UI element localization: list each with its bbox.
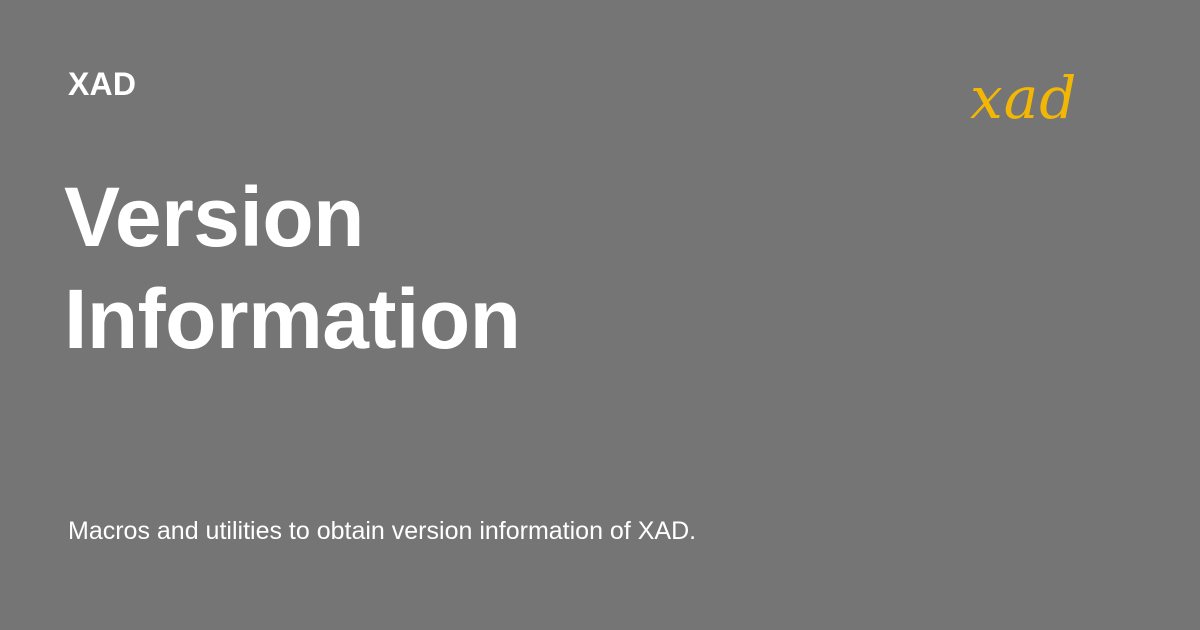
page-description: Macros and utilities to obtain version i…: [68, 517, 697, 545]
logo-text: xad: [970, 64, 1077, 132]
page-title: Version Information: [64, 166, 964, 370]
social-card: XAD xad Version Information Macros and u…: [0, 0, 1200, 630]
page-title-line-1: Version: [64, 170, 364, 264]
page-title-line-2: Information: [64, 272, 521, 366]
xad-logo-icon: xad: [970, 64, 1077, 132]
site-name: XAD: [68, 66, 137, 102]
